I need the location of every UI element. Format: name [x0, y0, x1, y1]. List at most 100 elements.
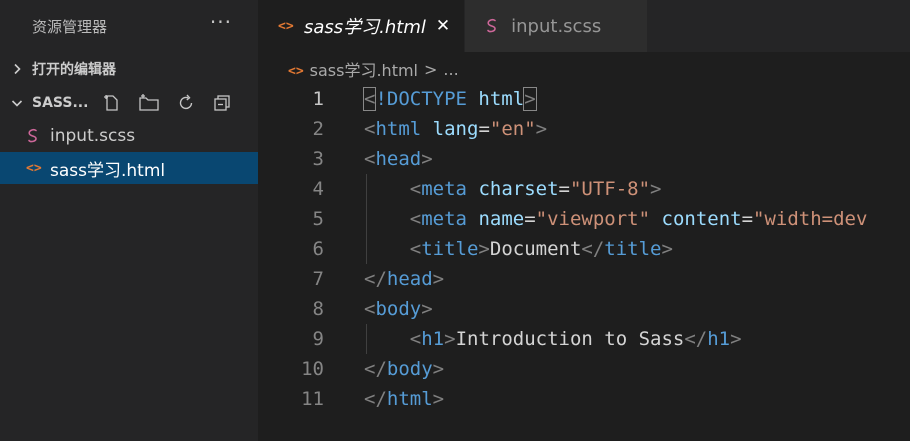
code-line[interactable]: 9 <h1>Introduction to Sass</h1> — [258, 324, 910, 354]
tab-input-scss[interactable]: input.scss — [465, 0, 649, 52]
code-token: content — [661, 208, 742, 230]
breadcrumb-tail[interactable]: ... — [443, 60, 458, 79]
html-icon: <> — [26, 160, 42, 176]
code-line[interactable]: 8 <body> — [258, 294, 910, 324]
code-line[interactable]: 2 <html lang="en"> — [258, 114, 910, 144]
sass-icon — [26, 128, 50, 144]
code-token: < — [409, 238, 422, 260]
code-token: "en" — [489, 118, 536, 140]
code-token: html — [386, 388, 433, 410]
explorer-sidebar: 资源管理器 ··· 打开的编辑器 SASS... input.scss <> s… — [0, 0, 258, 441]
chevron-right-icon — [8, 60, 26, 78]
line-number: 7 — [312, 268, 324, 290]
code-text: <meta name="viewport" content="width=dev — [364, 208, 868, 230]
refresh-icon[interactable] — [176, 93, 196, 113]
code-token: < — [364, 148, 376, 170]
close-icon[interactable]: ✕ — [436, 16, 450, 36]
project-folder-section[interactable]: SASS... — [0, 86, 258, 120]
code-token: = — [478, 118, 490, 140]
code-token: "width=dev — [753, 208, 868, 230]
project-folder-label: SASS... — [32, 95, 89, 111]
code-text: <title>Document</title> — [364, 238, 673, 260]
html-icon: <> — [288, 63, 304, 79]
line-number: 3 — [312, 148, 324, 170]
code-token: </ — [581, 238, 605, 260]
code-token: = — [524, 208, 536, 230]
code-token: !DOCTYPE — [375, 88, 467, 110]
code-line[interactable]: 4 <meta charset="UTF-8"> — [258, 174, 910, 204]
code-text: <h1>Introduction to Sass</h1> — [364, 328, 742, 350]
code-line[interactable]: 6 <title>Document</title> — [258, 234, 910, 264]
code-editor[interactable]: 1 <!DOCTYPE html> 2 <html lang="en"> 3 <head>… — [258, 84, 910, 414]
more-actions-icon[interactable]: ··· — [210, 10, 232, 34]
line-number: 9 — [312, 328, 324, 350]
code-token: </ — [364, 268, 387, 290]
line-number: 6 — [312, 238, 324, 260]
code-token: "UTF-8" — [569, 178, 651, 200]
code-token: > — [432, 358, 445, 380]
collapse-all-icon[interactable] — [212, 93, 232, 113]
editor-area: <> sass学习.html ✕ input.scss <> sass学习.ht… — [258, 0, 910, 441]
file-item-sass-html[interactable]: <> sass学习.html — [0, 152, 258, 184]
tab-bar: <> sass学习.html ✕ input.scss — [258, 0, 910, 52]
code-token: h1 — [421, 328, 445, 350]
code-line[interactable]: 10 </body> — [258, 354, 910, 384]
breadcrumb-file[interactable]: sass学习.html — [310, 57, 418, 81]
code-token: </ — [364, 388, 387, 410]
file-name: input.scss — [50, 126, 136, 146]
code-token: lang — [432, 118, 479, 140]
code-token: > — [444, 328, 456, 350]
code-token: > — [523, 87, 537, 111]
code-text: <head> — [364, 148, 433, 170]
code-text: <body> — [364, 298, 433, 320]
open-editors-section[interactable]: 打开的编辑器 — [0, 52, 258, 86]
code-token: body — [386, 358, 433, 380]
chevron-down-icon — [8, 94, 26, 112]
code-token: > — [535, 118, 548, 140]
code-line[interactable]: 3 <head> — [258, 144, 910, 174]
code-token: charset — [478, 178, 559, 200]
code-line[interactable]: 5 <meta name="viewport" content="width=d… — [258, 204, 910, 234]
code-token: > — [650, 178, 662, 200]
code-token: meta — [421, 208, 467, 230]
code-token: > — [432, 268, 445, 290]
breadcrumb-separator: > — [424, 59, 438, 79]
code-token: Introduction to Sass — [455, 328, 685, 350]
line-number: 11 — [301, 388, 324, 410]
code-text: </html> — [364, 388, 444, 410]
file-item-input-scss[interactable]: input.scss — [0, 120, 258, 152]
code-line[interactable]: 7 </head> — [258, 264, 910, 294]
code-text: </body> — [364, 358, 444, 380]
code-token: = — [741, 208, 754, 230]
line-number: 1 — [312, 88, 324, 110]
explorer-header: 资源管理器 ··· — [0, 0, 258, 52]
sass-icon — [485, 18, 511, 34]
code-token: > — [478, 238, 490, 260]
line-number: 10 — [301, 358, 324, 380]
code-line[interactable]: 1 <!DOCTYPE html> — [258, 84, 910, 114]
code-token: html — [478, 88, 525, 110]
code-token: </ — [364, 358, 387, 380]
code-line[interactable]: 11 </html> — [258, 384, 910, 414]
tab-label: input.scss — [511, 15, 602, 37]
code-token: title — [421, 238, 479, 260]
code-token: h1 — [707, 328, 731, 350]
code-token: "viewport" — [535, 208, 651, 230]
code-token: = — [558, 178, 570, 200]
code-token: < — [409, 328, 422, 350]
new-folder-icon[interactable] — [138, 93, 160, 113]
code-token: name — [478, 208, 525, 230]
new-file-icon[interactable] — [102, 93, 122, 113]
code-token: < — [362, 87, 377, 111]
line-number: 8 — [312, 298, 324, 320]
tab-sass-html[interactable]: <> sass学习.html ✕ — [258, 0, 466, 52]
code-text: <!DOCTYPE html> — [362, 87, 537, 111]
code-token: </ — [684, 328, 708, 350]
